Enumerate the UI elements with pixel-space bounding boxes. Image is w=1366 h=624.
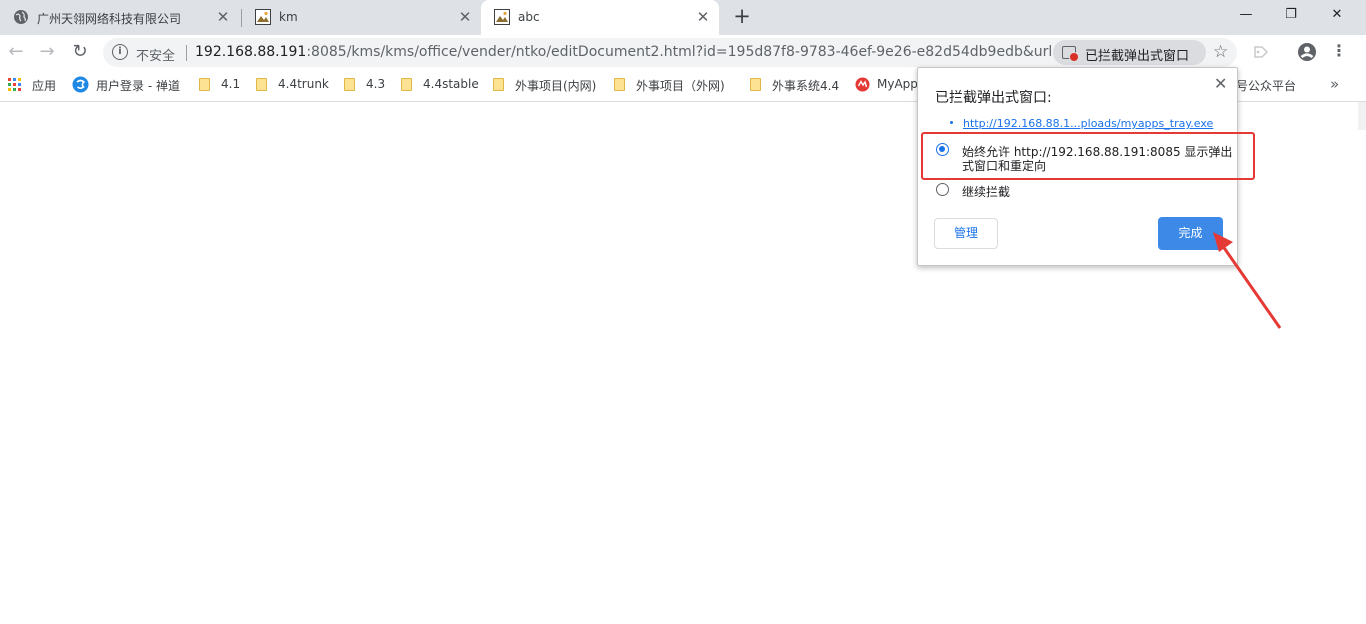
info-icon[interactable]: i [112, 44, 128, 60]
dialog-close-icon[interactable]: ✕ [1214, 76, 1227, 92]
url-path: :8085/kms/kms/office/vender/ntko/editDoc… [306, 44, 1078, 60]
tab-close-icon[interactable]: ✕ [694, 8, 712, 26]
bookmark-label: 外事项目(内网) [515, 79, 597, 93]
scrollbar[interactable] [1358, 102, 1366, 130]
bookmark-label: 4.3 [366, 77, 386, 91]
blocked-popup-link[interactable]: http://192.168.88.1...ploads/myapps_tray… [963, 117, 1213, 130]
maximize-button[interactable]: ❐ [1268, 0, 1314, 30]
tab-strip: 广州天翎网络科技有限公司 ✕ km ✕ abc ✕ + — ❐ ✕ [0, 0, 1366, 35]
browser-menu-icon[interactable]: ⋮ [1331, 42, 1347, 60]
new-tab-button[interactable]: + [731, 6, 753, 28]
tab-title: km [279, 10, 298, 24]
bookmark-label: MyApp [877, 77, 918, 91]
manage-button[interactable]: 管理 [934, 218, 998, 249]
url-text[interactable]: 192.168.88.191:8085/kms/kms/office/vende… [195, 44, 1077, 60]
forward-button[interactable]: → [35, 40, 59, 64]
extension-tag-icon[interactable] [1253, 44, 1269, 60]
block-radio[interactable] [936, 183, 949, 196]
address-bar[interactable]: i 不安全 192.168.88.191:8085/kms/kms/office… [103, 38, 1237, 67]
popup-blocked-icon [1062, 46, 1079, 62]
back-button[interactable]: ← [4, 40, 28, 64]
minimize-button[interactable]: — [1223, 0, 1269, 30]
folder-icon [493, 78, 504, 91]
bookmark-label: 外事系统4.4 [772, 79, 840, 93]
tab-abc[interactable]: abc ✕ [481, 0, 719, 35]
globe-icon [14, 10, 28, 24]
bookmark-label: 应用 [32, 79, 57, 93]
myapp-icon [855, 77, 870, 92]
picture-icon [494, 9, 510, 25]
bookmarks-overflow-icon[interactable]: » [1330, 75, 1339, 93]
bookmark-label: 号公众平台 [1236, 79, 1297, 93]
bookmark-label: 4.1 [221, 77, 241, 91]
browser-toolbar: ← → ↻ i 不安全 192.168.88.191:8085/kms/kms/… [0, 35, 1366, 69]
window-close-button[interactable]: ✕ [1314, 0, 1360, 30]
reload-button[interactable]: ↻ [68, 40, 92, 64]
tab-close-icon[interactable]: ✕ [456, 8, 474, 26]
annotation-arrow [1213, 232, 1282, 329]
list-bullet [950, 121, 953, 124]
bookmark-label: 4.4stable [423, 77, 479, 91]
popup-blocked-label: 已拦截弹出式窗口 [1085, 49, 1190, 64]
dialog-title: 已拦截弹出式窗口: [935, 90, 1052, 106]
url-host: 192.168.88.191 [195, 44, 307, 60]
folder-icon [750, 78, 761, 91]
bookmark-label: 用户登录 - 禅道 [96, 79, 180, 93]
tab-km[interactable]: km ✕ [242, 0, 480, 35]
tab-tianling[interactable]: 广州天翎网络科技有限公司 ✕ [0, 0, 240, 35]
folder-icon [256, 78, 267, 91]
tab-title: 广州天翎网络科技有限公司 [37, 12, 182, 26]
zentao-icon [72, 76, 89, 93]
apps-grid-icon [8, 78, 22, 92]
url-separator [186, 45, 187, 61]
tab-title: abc [518, 10, 540, 24]
annotation-highlight-box [921, 132, 1255, 180]
folder-icon [344, 78, 355, 91]
block-option-label[interactable]: 继续拦截 [962, 185, 1010, 199]
folder-icon [401, 78, 412, 91]
bookmark-label: 4.4trunk [278, 77, 329, 91]
bookmark-label: 外事项目（外网) [636, 79, 725, 93]
bookmark-star-icon[interactable]: ☆ [1213, 43, 1228, 61]
profile-avatar-icon[interactable] [1297, 42, 1317, 62]
tab-close-icon[interactable]: ✕ [214, 8, 232, 26]
popup-blocked-chip[interactable]: 已拦截弹出式窗口 [1053, 40, 1206, 65]
picture-icon [255, 9, 271, 25]
folder-icon [199, 78, 210, 91]
security-label[interactable]: 不安全 [136, 45, 175, 64]
folder-icon [614, 78, 625, 91]
